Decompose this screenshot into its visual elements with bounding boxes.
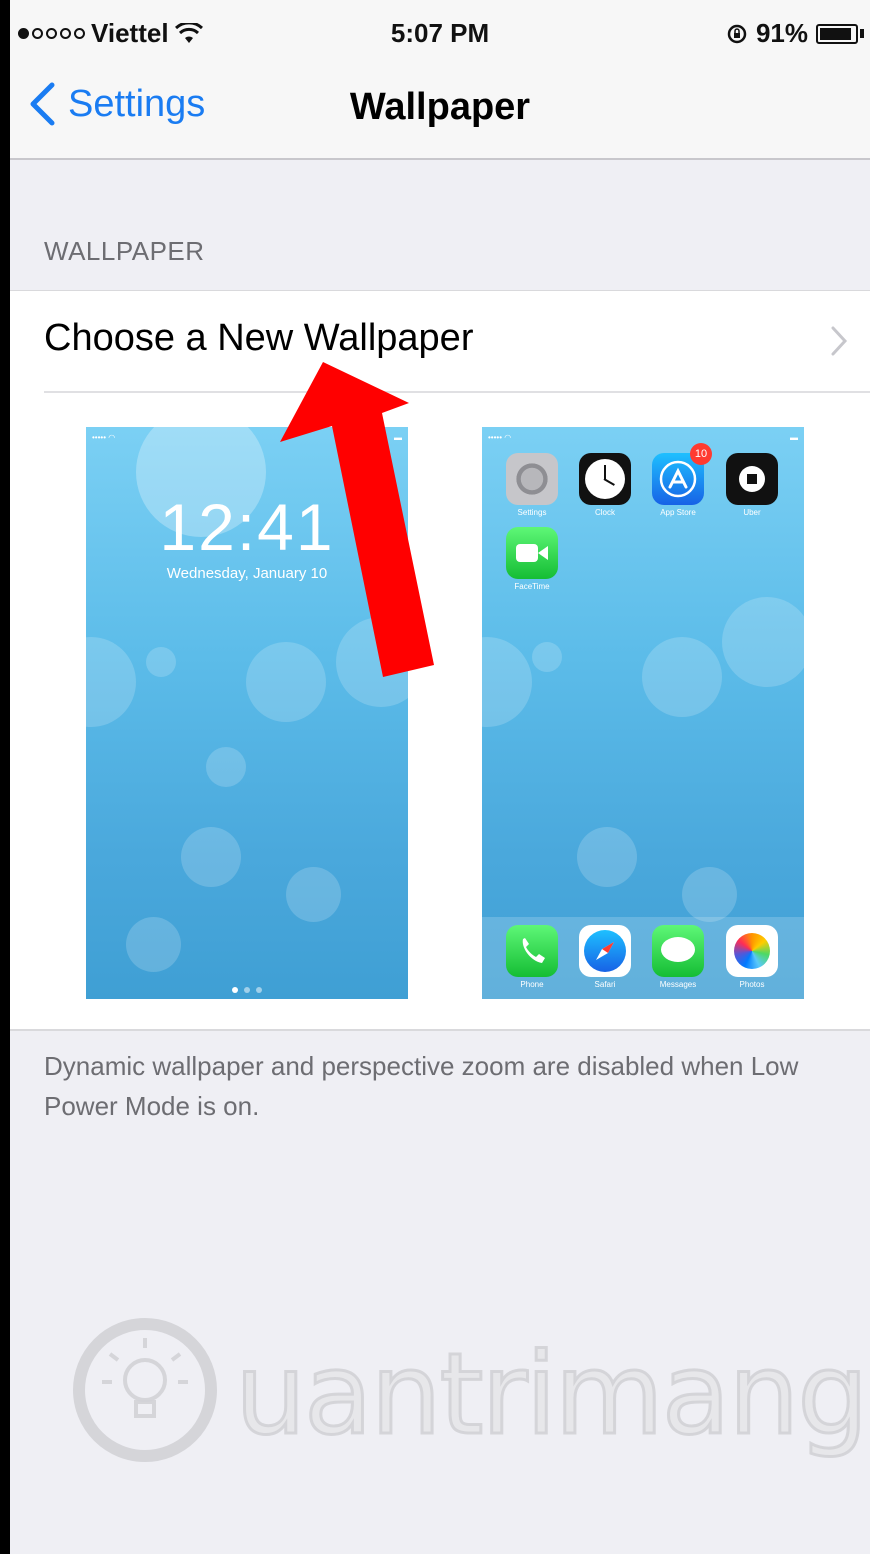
watermark-text: uantrimang xyxy=(234,1329,870,1462)
lock-screen-date: Wednesday, January 10 xyxy=(166,565,328,582)
home-status-bar: ••••• ◠ ▬ xyxy=(488,433,798,442)
safari-app-icon xyxy=(579,925,631,977)
wallpaper-group: Choose a New Wallpaper ••••• ◠ ▬ 12:41 We… xyxy=(10,290,870,1031)
chevron-right-icon xyxy=(831,326,848,356)
photos-app-icon xyxy=(726,925,778,977)
page-title: Wallpaper xyxy=(349,86,531,128)
messages-app-icon xyxy=(652,925,704,977)
clock-app-icon xyxy=(579,453,631,505)
rotation-lock-icon xyxy=(727,24,747,43)
uber-app-icon xyxy=(726,453,778,505)
app-label: App Store xyxy=(660,508,696,517)
lightbulb-icon xyxy=(73,1318,217,1462)
battery-percent: 91% xyxy=(755,18,808,48)
phone-app-icon xyxy=(506,925,558,977)
divider xyxy=(44,391,870,393)
status-bar: Viettel 5:07 PM 91% xyxy=(10,0,870,62)
dock: Phone Safari Messages Photos xyxy=(482,917,804,999)
section-header: WALLPAPER xyxy=(44,236,205,266)
choose-new-wallpaper-row[interactable]: Choose a New Wallpaper xyxy=(10,291,870,391)
app-label: Safari xyxy=(594,980,616,989)
app-label: Clock xyxy=(594,508,615,517)
app-label: Messages xyxy=(659,980,697,989)
app-label: FaceTime xyxy=(514,582,550,591)
row-label: Choose a New Wallpaper xyxy=(44,317,474,359)
facetime-app-icon xyxy=(506,527,558,579)
battery-icon xyxy=(816,23,858,44)
navigation-bar: Settings Wallpaper xyxy=(10,62,870,160)
app-label: Phone xyxy=(520,980,544,989)
low-power-note: Dynamic wallpaper and perspective zoom a… xyxy=(44,1051,799,1121)
notification-badge: 10 xyxy=(690,443,712,465)
page-indicator xyxy=(86,987,408,993)
app-label: Uber xyxy=(743,508,761,517)
watermark-logo: uantrimang xyxy=(60,1310,870,1470)
lock-screen-time: 12:41 xyxy=(159,490,335,564)
settings-screen: Viettel 5:07 PM 91% Settings Wallpaper W… xyxy=(10,0,870,1554)
app-label: Photos xyxy=(739,980,765,989)
home-screen-preview[interactable]: ••••• ◠ ▬ Settings Clock 10 App Store Ube… xyxy=(482,427,804,999)
lock-screen-preview[interactable]: ••••• ◠ ▬ 12:41 Wednesday, January 10 xyxy=(86,427,408,999)
app-label: Settings xyxy=(517,508,547,517)
settings-app-icon xyxy=(506,453,558,505)
lock-status-bar: ••••• ◠ ▬ xyxy=(92,433,402,442)
